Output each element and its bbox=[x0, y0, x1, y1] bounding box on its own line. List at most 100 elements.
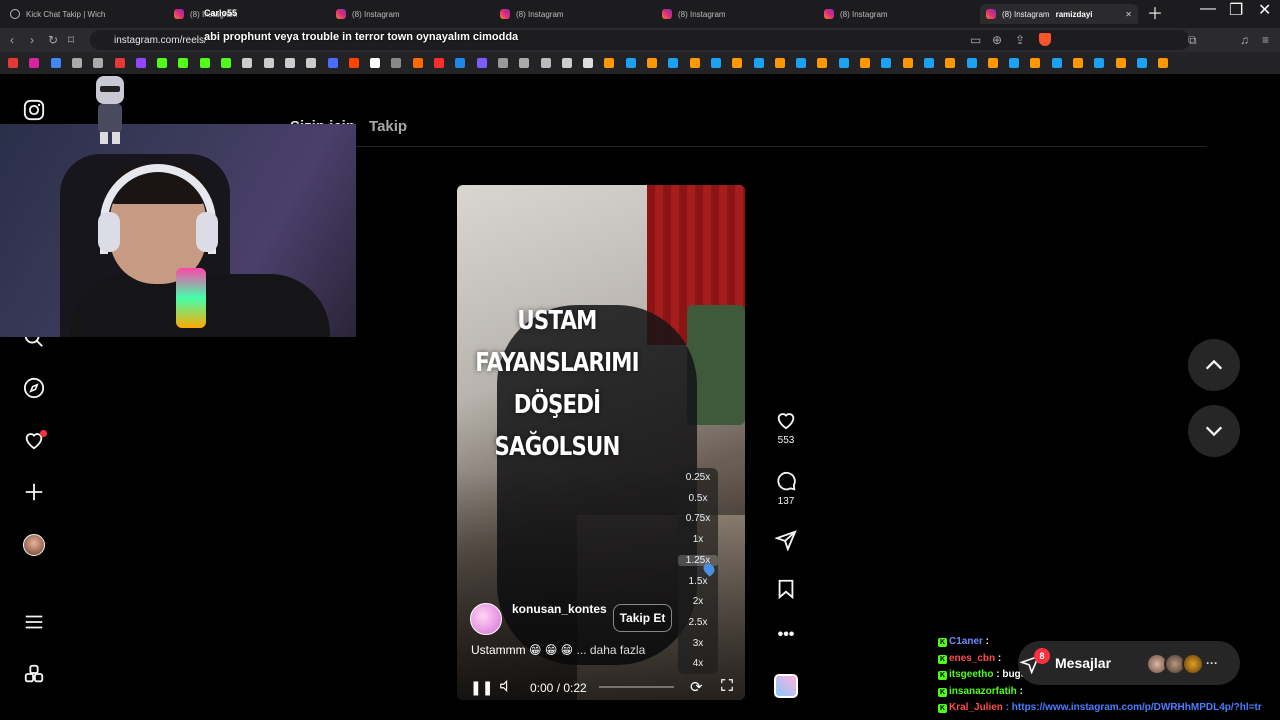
bookmark-favicon-icon[interactable] bbox=[434, 58, 444, 68]
more-link[interactable]: ... daha fazla bbox=[577, 643, 646, 657]
speed-option[interactable]: 3x bbox=[678, 638, 718, 649]
fullscreen-icon[interactable] bbox=[720, 678, 734, 695]
close-icon[interactable]: ✕ bbox=[1125, 10, 1132, 19]
bookmark-favicon-icon[interactable] bbox=[1136, 58, 1147, 68]
audio-avatar[interactable] bbox=[774, 674, 798, 698]
bookmark-favicon-icon[interactable] bbox=[1094, 58, 1105, 68]
bookmark-favicon-icon[interactable] bbox=[157, 58, 168, 68]
speed-option[interactable]: 2.5x bbox=[678, 617, 718, 628]
bookmark-favicon-icon[interactable] bbox=[966, 58, 977, 68]
bookmark-favicon-icon[interactable] bbox=[50, 58, 61, 68]
bookmark-favicon-icon[interactable] bbox=[710, 58, 721, 68]
menu-icon[interactable]: ≡ bbox=[1262, 33, 1269, 47]
bookmark-favicon-icon[interactable] bbox=[8, 58, 18, 68]
bookmark-favicon-icon[interactable] bbox=[348, 58, 359, 68]
create-plus-icon[interactable] bbox=[22, 480, 46, 504]
browser-tab[interactable]: Kick Chat Takip | Wich bbox=[4, 4, 166, 24]
bookmark-favicon-icon[interactable] bbox=[561, 58, 572, 68]
bookmark-favicon-icon[interactable] bbox=[476, 58, 487, 68]
explore-icon[interactable] bbox=[22, 376, 46, 400]
browser-tab[interactable]: (8) Instagram bbox=[656, 4, 816, 24]
bookmark-favicon-icon[interactable] bbox=[1009, 58, 1020, 68]
poster-username[interactable]: konusan_kontes bbox=[512, 601, 608, 618]
bookmark-favicon-icon[interactable] bbox=[604, 58, 615, 68]
progress-bar[interactable] bbox=[599, 686, 674, 688]
bookmark-favicon-icon[interactable] bbox=[881, 58, 892, 68]
bookmark-favicon-icon[interactable] bbox=[1051, 58, 1062, 68]
cast-icon[interactable]: ▭ bbox=[970, 33, 981, 47]
zoom-icon[interactable]: ⊕ bbox=[992, 33, 1002, 47]
bookmark-icon[interactable]: ⌑ bbox=[68, 33, 74, 47]
more-options-icon[interactable]: ••• bbox=[770, 626, 802, 644]
bookmark-favicon-icon[interactable] bbox=[455, 58, 466, 68]
bookmark-favicon-icon[interactable] bbox=[135, 58, 146, 68]
forward-icon[interactable]: › bbox=[30, 33, 34, 47]
browser-tab[interactable]: (8) Instagram bbox=[494, 4, 654, 24]
apps-grid-icon[interactable] bbox=[22, 662, 46, 686]
save-action[interactable] bbox=[770, 578, 802, 600]
browser-tab[interactable]: (8) Instagram bbox=[818, 4, 978, 24]
share-icon[interactable]: ⇪ bbox=[1015, 33, 1025, 47]
bookmark-favicon-icon[interactable] bbox=[71, 58, 82, 68]
speed-option[interactable]: 1x bbox=[678, 534, 718, 545]
tab-following[interactable]: Takip bbox=[369, 118, 407, 135]
comment-action[interactable]: 137 bbox=[770, 470, 802, 507]
bookmark-favicon-icon[interactable] bbox=[178, 58, 189, 68]
brave-shield-icon[interactable] bbox=[1039, 33, 1051, 46]
bookmark-favicon-icon[interactable] bbox=[1158, 58, 1169, 68]
volume-icon[interactable] bbox=[499, 679, 513, 696]
playback-speed-icon[interactable]: ⟳ bbox=[690, 678, 703, 696]
speed-option[interactable]: 4x bbox=[678, 658, 718, 669]
more-options-icon[interactable]: ··· bbox=[1206, 656, 1218, 670]
bookmark-favicon-icon[interactable] bbox=[221, 58, 231, 68]
bookmark-favicon-icon[interactable] bbox=[412, 58, 423, 68]
bookmark-favicon-icon[interactable] bbox=[391, 58, 402, 68]
minimize-icon[interactable]: — bbox=[1200, 0, 1216, 18]
bookmark-favicon-icon[interactable] bbox=[945, 58, 956, 68]
extensions-icon[interactable]: ⧉ bbox=[1188, 33, 1197, 48]
browser-tab[interactable]: (8) Instagram bbox=[168, 4, 328, 24]
bookmark-favicon-icon[interactable] bbox=[327, 58, 338, 68]
bookmark-favicon-icon[interactable] bbox=[583, 58, 594, 68]
bookmark-favicon-icon[interactable] bbox=[732, 58, 743, 68]
previous-reel-button[interactable] bbox=[1188, 339, 1240, 391]
bookmark-favicon-icon[interactable] bbox=[519, 58, 530, 68]
bookmark-favicon-icon[interactable] bbox=[114, 58, 125, 68]
bookmark-favicon-icon[interactable] bbox=[1073, 58, 1083, 68]
bookmark-favicon-icon[interactable] bbox=[242, 58, 253, 68]
bookmark-favicon-icon[interactable] bbox=[860, 58, 870, 68]
speed-option[interactable]: 0.5x bbox=[678, 493, 718, 504]
pause-icon[interactable]: ❚❚ bbox=[470, 679, 493, 696]
bookmark-favicon-icon[interactable] bbox=[838, 58, 849, 68]
poster-avatar[interactable] bbox=[470, 603, 502, 635]
speed-option[interactable]: 1.5x bbox=[678, 576, 718, 587]
bookmark-favicon-icon[interactable] bbox=[796, 58, 807, 68]
bookmark-favicon-icon[interactable] bbox=[987, 58, 998, 68]
bookmark-favicon-icon[interactable] bbox=[753, 58, 764, 68]
browser-tab-active[interactable]: (8) Instagram ramizdayi ✕ bbox=[980, 4, 1138, 24]
bookmark-favicon-icon[interactable] bbox=[817, 58, 828, 68]
reload-icon[interactable]: ↻ bbox=[48, 33, 58, 47]
more-menu-icon[interactable] bbox=[22, 610, 46, 634]
new-tab-icon[interactable]: ＋ bbox=[1147, 0, 1163, 24]
instagram-logo-icon[interactable] bbox=[22, 98, 46, 122]
bookmark-favicon-icon[interactable] bbox=[540, 58, 551, 68]
speed-option[interactable]: 2x bbox=[678, 596, 718, 607]
follow-button[interactable]: Takip Et bbox=[613, 604, 672, 632]
next-reel-button[interactable] bbox=[1188, 405, 1240, 457]
share-action[interactable] bbox=[770, 529, 802, 551]
bookmark-favicon-icon[interactable] bbox=[284, 58, 295, 68]
bookmark-favicon-icon[interactable] bbox=[306, 58, 317, 68]
bookmark-favicon-icon[interactable] bbox=[625, 58, 636, 68]
bookmark-favicon-icon[interactable] bbox=[370, 58, 381, 68]
bookmark-favicon-icon[interactable] bbox=[263, 58, 274, 68]
bookmark-favicon-icon[interactable] bbox=[668, 58, 679, 68]
music-icon[interactable]: ♫ bbox=[1240, 33, 1249, 47]
browser-tab[interactable]: (8) Instagram bbox=[330, 4, 490, 24]
back-icon[interactable]: ‹ bbox=[10, 33, 14, 47]
bookmark-favicon-icon[interactable] bbox=[923, 58, 934, 68]
speed-option[interactable]: 0.25x bbox=[678, 472, 718, 483]
bookmark-favicon-icon[interactable] bbox=[199, 58, 210, 68]
bookmark-favicon-icon[interactable] bbox=[29, 58, 40, 68]
close-window-icon[interactable]: ✕ bbox=[1258, 0, 1271, 20]
